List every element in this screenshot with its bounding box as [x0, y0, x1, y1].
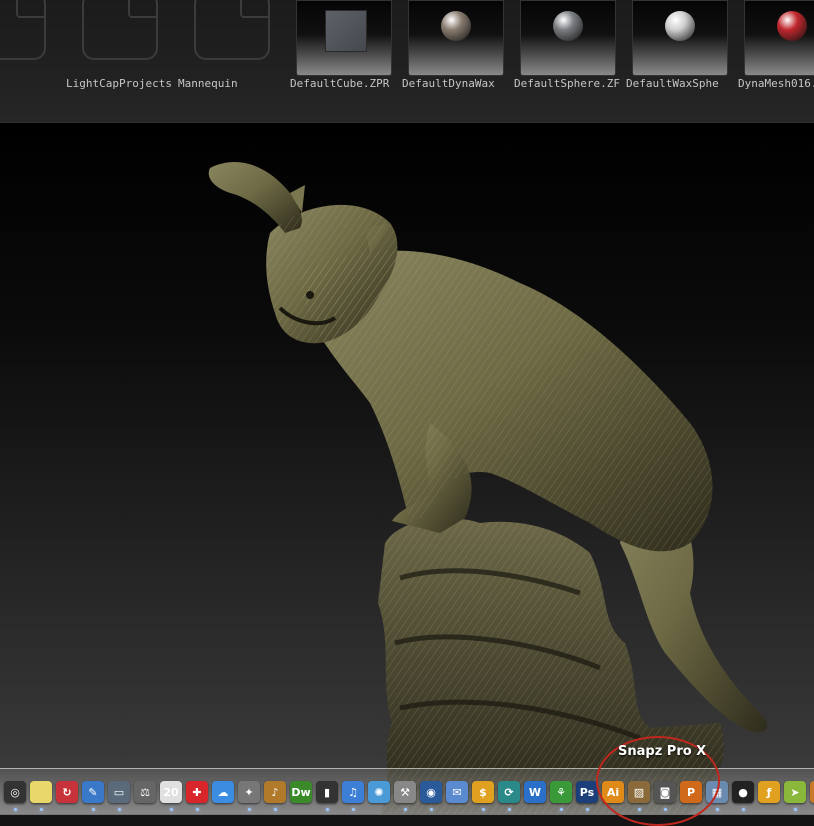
dashboard-icon[interactable]: ◎ — [4, 781, 26, 803]
running-indicator — [248, 808, 251, 811]
item-label: DefaultCube.ZPR — [290, 77, 390, 90]
timemachine-icon[interactable]: ⟳ — [498, 781, 520, 803]
item-label: ojects — [0, 77, 64, 90]
running-indicator — [560, 808, 563, 811]
model-item[interactable]: DynaMesh016. — [738, 0, 814, 100]
item-label: DynaMesh016. — [738, 77, 814, 90]
itunes-icon[interactable]: ♫ — [342, 781, 364, 803]
pen-icon[interactable]: ✎ — [82, 781, 104, 803]
model-thumbnail — [520, 0, 616, 76]
running-indicator — [742, 808, 745, 811]
running-indicator — [716, 808, 719, 811]
folder-icon — [82, 0, 158, 60]
star-icon[interactable]: ✦ — [238, 781, 260, 803]
sphere-preview-icon — [441, 11, 471, 41]
item-label: DefaultSphere.ZF — [514, 77, 620, 90]
running-indicator — [586, 808, 589, 811]
dreamweaver-icon[interactable]: Dw — [290, 781, 312, 803]
item-label: Mannequin — [178, 77, 238, 90]
folder-item[interactable]: ojects — [0, 0, 54, 100]
running-indicator — [404, 808, 407, 811]
sphere-preview-icon — [777, 11, 807, 41]
arrow-icon[interactable]: ➤ — [784, 781, 806, 803]
model-item[interactable]: DefaultWaxSphe — [626, 0, 728, 100]
running-indicator — [352, 808, 355, 811]
preview-icon[interactable]: ▭ — [108, 781, 130, 803]
item-label: LightCapProjects — [66, 77, 172, 90]
safari-icon[interactable]: ✺ — [368, 781, 390, 803]
word-icon[interactable]: W — [524, 781, 546, 803]
bomb-icon[interactable]: ● — [732, 781, 754, 803]
item-label: DefaultWaxSphe — [626, 77, 719, 90]
model-thumbnail — [744, 0, 814, 76]
sculpt-viewport[interactable] — [0, 123, 814, 814]
box-icon[interactable]: ▣ — [810, 781, 814, 803]
ichat-icon[interactable]: ☁ — [212, 781, 234, 803]
model-item[interactable]: DefaultSphere.ZF — [514, 0, 620, 100]
running-indicator — [430, 808, 433, 811]
lifesaver-icon[interactable]: ✚ — [186, 781, 208, 803]
film-icon[interactable]: ▮ — [316, 781, 338, 803]
running-indicator — [14, 808, 17, 811]
dollar-icon[interactable]: $ — [472, 781, 494, 803]
flash-icon[interactable]: ƒ — [758, 781, 780, 803]
photoshop-icon[interactable]: Ps — [576, 781, 598, 803]
scale-icon[interactable]: ⚖ — [134, 781, 156, 803]
xcode-icon[interactable]: ⚒ — [394, 781, 416, 803]
running-indicator — [482, 808, 485, 811]
folder-icon — [194, 0, 270, 60]
model-thumbnail — [408, 0, 504, 76]
calendar-icon[interactable]: 20 — [160, 781, 182, 803]
model-thumbnail — [632, 0, 728, 76]
sphere-preview-icon — [665, 11, 695, 41]
running-indicator — [40, 808, 43, 811]
model-item[interactable]: DefaultDynaWax — [402, 0, 504, 100]
mail-icon[interactable]: ✉ — [446, 781, 468, 803]
folder-item[interactable]: Mannequin — [178, 0, 278, 100]
running-indicator — [170, 808, 173, 811]
cougar-sculpture[interactable] — [0, 123, 814, 814]
running-indicator — [508, 808, 511, 811]
item-label: DefaultDynaWax — [402, 77, 495, 90]
running-indicator — [274, 808, 277, 811]
model-thumbnail — [296, 0, 392, 76]
model-item[interactable]: DefaultCube.ZPR — [290, 0, 392, 100]
running-indicator — [92, 808, 95, 811]
running-indicator — [118, 808, 121, 811]
folder-item[interactable]: LightCapProjects — [66, 0, 172, 100]
airport-icon[interactable]: ◉ — [420, 781, 442, 803]
stickies-icon[interactable] — [30, 781, 52, 803]
dock-tooltip: Snapz Pro X — [618, 744, 707, 759]
running-indicator — [794, 808, 797, 811]
running-indicator — [326, 808, 329, 811]
folder-icon — [0, 0, 46, 60]
sphere-preview-icon — [553, 11, 583, 41]
guitar-icon[interactable]: ♪ — [264, 781, 286, 803]
cube-preview-icon — [325, 10, 367, 52]
sync-icon[interactable]: ↻ — [56, 781, 78, 803]
network-icon[interactable]: ⚘ — [550, 781, 572, 803]
running-indicator — [196, 808, 199, 811]
file-browser-strip: ojectsLightCapProjectsMannequinDefaultCu… — [0, 0, 814, 123]
